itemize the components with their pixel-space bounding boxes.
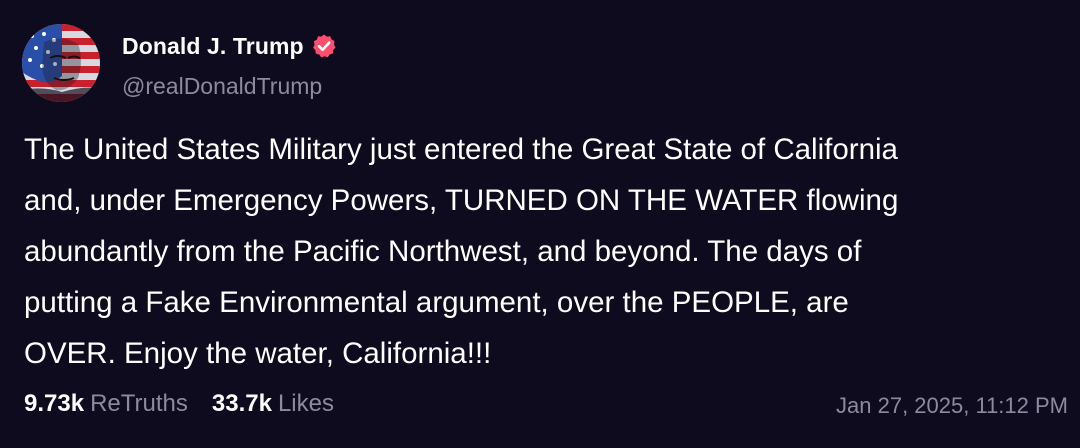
post-card: Donald J. Trump @realDonaldTrump The Uni… [0, 0, 1080, 448]
likes-stat[interactable]: 33.7k Likes [212, 390, 334, 418]
post-stats: 9.73k ReTruths 33.7k Likes [24, 390, 358, 418]
avatar[interactable] [22, 24, 100, 102]
post-text: The United States Military just entered … [24, 133, 899, 370]
author-name-row: Donald J. Trump [122, 30, 337, 62]
retruths-count: 9.73k [24, 390, 85, 417]
post-timestamp[interactable]: Jan 27, 2025, 11:12 PM [836, 393, 1068, 419]
likes-label: Likes [277, 390, 334, 417]
avatar-image [22, 24, 100, 102]
author-display-name[interactable]: Donald J. Trump [122, 33, 304, 60]
retruths-label: ReTruths [90, 390, 188, 417]
retruths-stat[interactable]: 9.73k ReTruths [24, 390, 188, 418]
verified-badge-icon [311, 33, 337, 59]
author-block: Donald J. Trump @realDonaldTrump [122, 30, 337, 100]
author-handle[interactable]: @realDonaldTrump [122, 73, 337, 100]
likes-count: 33.7k [211, 390, 272, 417]
